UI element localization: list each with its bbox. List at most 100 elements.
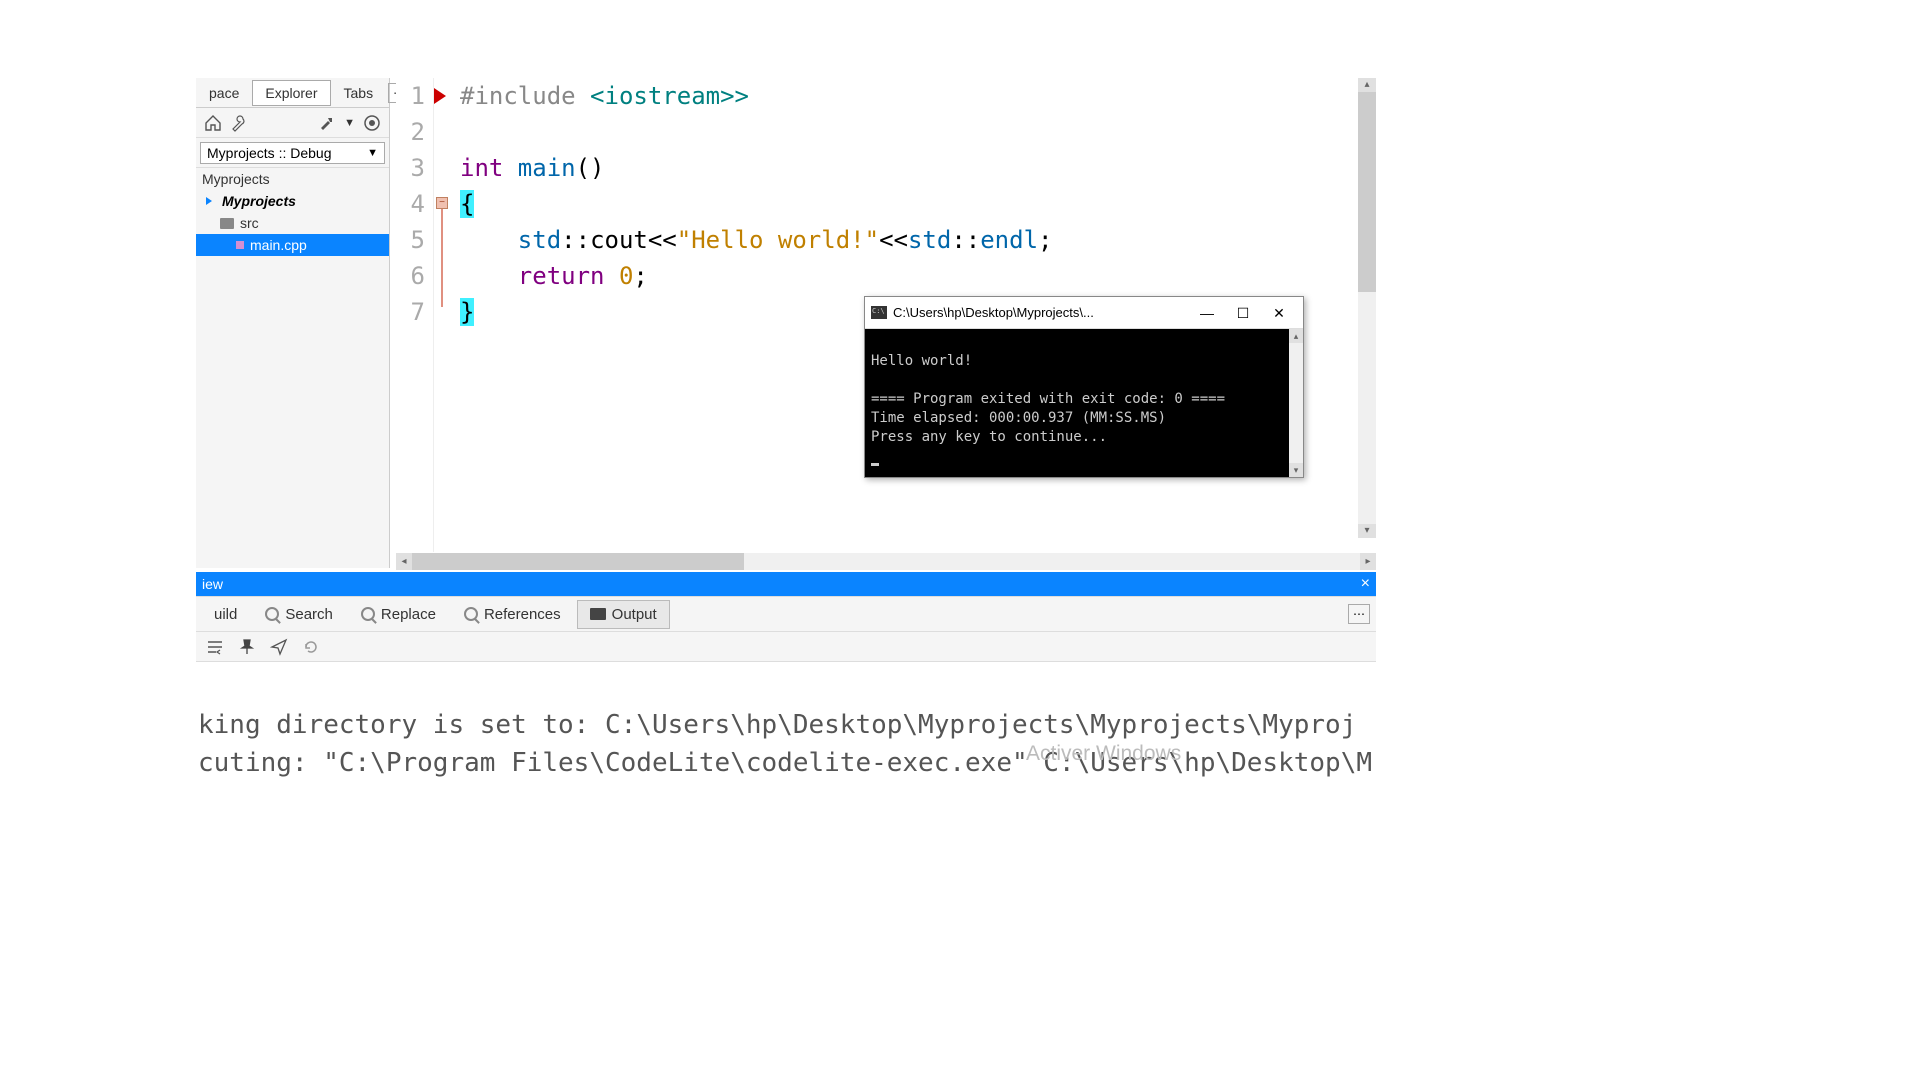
tab-search[interactable]: Search xyxy=(253,601,345,628)
editor-vscrollbar[interactable]: ▴ ▾ xyxy=(1358,78,1376,538)
tab-references[interactable]: References xyxy=(452,601,573,628)
cpp-file-icon xyxy=(236,241,244,249)
tab-replace[interactable]: Replace xyxy=(349,601,448,628)
tree-file-label: main.cpp xyxy=(250,237,307,253)
console-line: Hello world! xyxy=(871,353,972,369)
endl: endl xyxy=(980,226,1038,254)
editor-hscrollbar[interactable]: ◂ ▸ xyxy=(396,553,1376,570)
stop-record-icon[interactable] xyxy=(363,114,381,132)
namespace: std xyxy=(518,226,561,254)
console-titlebar[interactable]: C:\Users\hp\Desktop\Myprojects\... — ☐ ✕ xyxy=(865,297,1303,329)
line-num: 2 xyxy=(396,114,425,150)
config-row: Myprojects :: Debug ▼ xyxy=(196,138,389,168)
fold-column: − xyxy=(434,78,454,552)
console-window[interactable]: C:\Users\hp\Desktop\Myprojects\... — ☐ ✕… xyxy=(864,296,1304,478)
window-buttons: — ☐ ✕ xyxy=(1189,301,1297,325)
string-literal: "Hello world!" xyxy=(677,226,879,254)
close-icon[interactable]: × xyxy=(1361,575,1370,593)
scroll-down-icon[interactable]: ▾ xyxy=(1289,463,1303,477)
tree-project-label: Myprojects xyxy=(222,193,296,209)
type-kw: int xyxy=(460,154,518,182)
semi: ; xyxy=(1038,226,1052,254)
refresh-icon[interactable] xyxy=(302,638,320,656)
hammer-icon[interactable] xyxy=(318,114,336,132)
semi: ; xyxy=(633,262,647,290)
tab-label: Output xyxy=(612,606,657,623)
scroll-up-icon[interactable]: ▴ xyxy=(1358,78,1376,92)
sidebar: pace Explorer Tabs ⋯ ▼ Myprojects :: Deb… xyxy=(196,78,390,568)
line-num: 5 xyxy=(396,222,425,258)
tab-tabs[interactable]: Tabs xyxy=(331,80,387,106)
line-num: 4 xyxy=(396,186,425,222)
tree-folder-src[interactable]: src xyxy=(196,212,389,234)
view-bar: iew × xyxy=(196,572,1376,596)
tree-file-main[interactable]: main.cpp xyxy=(196,234,389,256)
console-body[interactable]: Hello world! ==== Program exited with ex… xyxy=(865,329,1289,477)
scroll-thumb[interactable] xyxy=(412,553,744,570)
pin-icon[interactable] xyxy=(238,638,256,656)
close-brace: } xyxy=(460,298,474,326)
cout: cout xyxy=(590,226,648,254)
output-panel[interactable]: king directory is set to: C:\Users\hp\De… xyxy=(196,664,1376,824)
tree-root[interactable]: Myprojects xyxy=(196,168,389,190)
op: << xyxy=(648,226,677,254)
close-button[interactable]: ✕ xyxy=(1261,301,1297,325)
config-select[interactable]: Myprojects :: Debug ▼ xyxy=(200,142,385,164)
tree-folder-label: src xyxy=(240,215,259,231)
fold-toggle-icon[interactable]: − xyxy=(436,197,448,209)
scroll-right-icon[interactable]: ▸ xyxy=(1360,553,1376,570)
search-icon xyxy=(464,607,478,621)
dropdown-arrow-icon[interactable]: ▼ xyxy=(344,117,355,129)
indent xyxy=(460,226,518,254)
tab-label: uild xyxy=(214,606,237,623)
tab-more[interactable]: ⋯ xyxy=(1348,604,1370,624)
code-line: #include <iostream>> xyxy=(460,78,1376,114)
scroll-up-icon[interactable]: ▴ xyxy=(1289,329,1303,343)
number: 0 xyxy=(619,262,633,290)
console-vscrollbar[interactable]: ▴ ▾ xyxy=(1289,329,1303,477)
line-num: 7 xyxy=(396,294,425,330)
search-icon xyxy=(265,607,279,621)
home-icon[interactable] xyxy=(204,114,222,132)
wrap-icon[interactable] xyxy=(206,638,224,656)
folder-icon xyxy=(220,218,234,229)
code-line: int main() xyxy=(460,150,1376,186)
scroll-track[interactable] xyxy=(412,553,1360,570)
maximize-button[interactable]: ☐ xyxy=(1225,301,1261,325)
code-line: return 0; xyxy=(460,258,1376,294)
scroll-left-icon[interactable]: ◂ xyxy=(396,553,412,570)
line-num: 3 xyxy=(396,150,425,186)
terminal-icon xyxy=(590,608,606,620)
console-line: ==== Program exited with exit code: 0 ==… xyxy=(871,391,1225,407)
cmd-icon xyxy=(871,306,887,319)
preprocessor: #include xyxy=(460,82,590,110)
tab-output[interactable]: Output xyxy=(577,600,670,629)
open-brace: { xyxy=(460,190,474,218)
namespace: std xyxy=(908,226,951,254)
cursor-icon xyxy=(871,463,879,466)
parens: () xyxy=(576,154,605,182)
chevron-down-icon: ▼ xyxy=(367,147,378,159)
windows-activation-watermark: Activer Windows xyxy=(1026,742,1181,766)
tree-project[interactable]: Myprojects xyxy=(196,190,389,212)
scroll-down-icon[interactable]: ▾ xyxy=(1358,524,1376,538)
minimize-button[interactable]: — xyxy=(1189,301,1225,325)
view-bar-label: iew xyxy=(202,576,223,592)
output-line: cuting: "C:\Program Files\CodeLite\codel… xyxy=(198,748,1372,778)
console-title: C:\Users\hp\Desktop\Myprojects\... xyxy=(893,305,1183,320)
wrench-icon[interactable] xyxy=(230,114,248,132)
sidebar-tabs: pace Explorer Tabs ⋯ xyxy=(196,78,389,108)
op: :: xyxy=(951,226,980,254)
config-label: Myprojects :: Debug xyxy=(207,145,332,161)
tab-explorer[interactable]: Explorer xyxy=(252,80,330,106)
tab-label: Replace xyxy=(381,606,436,623)
scroll-thumb[interactable] xyxy=(1358,92,1376,292)
send-icon[interactable] xyxy=(270,638,288,656)
search-replace-icon xyxy=(361,607,375,621)
sidebar-toolbar: ▼ xyxy=(196,108,389,138)
tab-build[interactable]: uild xyxy=(202,601,249,628)
op: << xyxy=(879,226,908,254)
tab-workspace[interactable]: pace xyxy=(196,80,252,106)
code-line: { xyxy=(460,186,1376,222)
bottom-tabs: uild Search Replace References Output ⋯ xyxy=(196,596,1376,632)
